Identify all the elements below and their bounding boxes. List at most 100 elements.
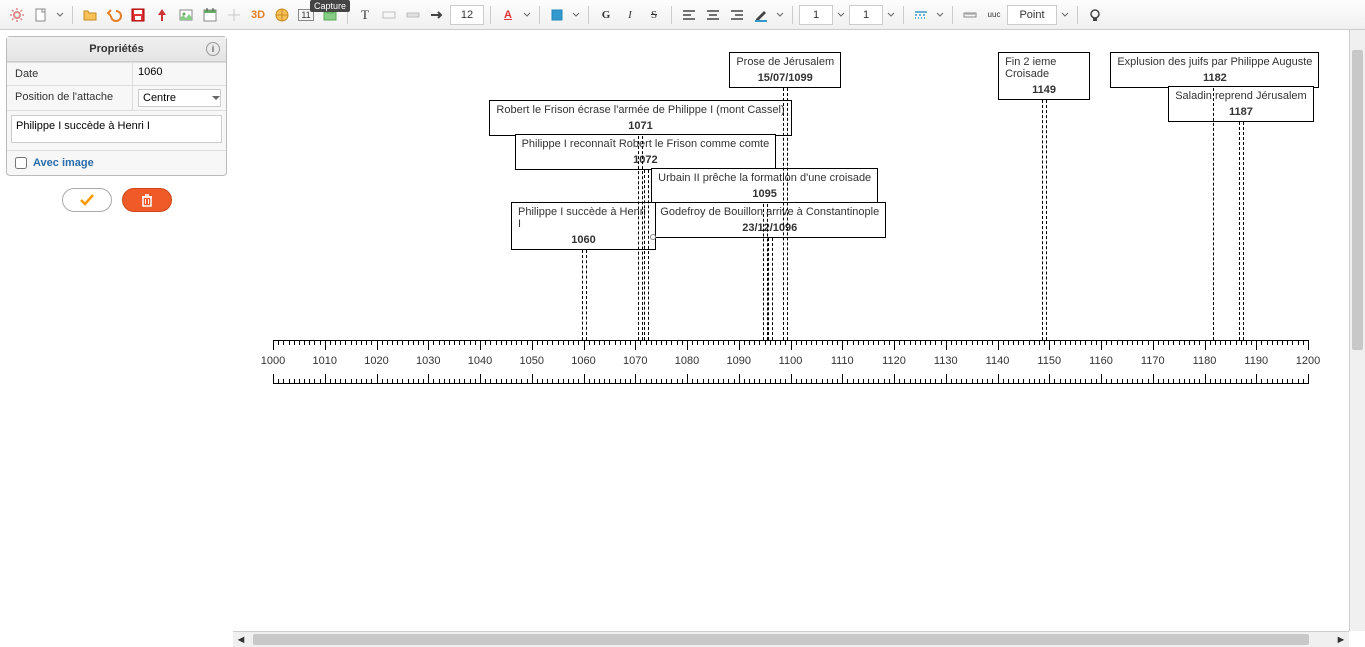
event-box[interactable]: Fin 2 ieme Croisade1149: [998, 52, 1090, 100]
end-style-select[interactable]: Point: [1007, 5, 1057, 25]
3d-button[interactable]: 3D: [247, 4, 269, 26]
info-icon[interactable]: i: [206, 42, 220, 56]
event-box[interactable]: Explusion des juifs par Philippe Auguste…: [1110, 52, 1319, 88]
event-stem: [638, 136, 639, 340]
new-doc-icon[interactable]: [30, 4, 52, 26]
line-style-icon[interactable]: [910, 4, 932, 26]
delete-button[interactable]: [122, 188, 172, 212]
period-icon[interactable]: [402, 4, 424, 26]
canvas-wrap: 1000101010201030104010501060107010801090…: [233, 30, 1365, 647]
chevron-down-icon[interactable]: [934, 4, 946, 26]
axis-style-icon[interactable]: uuc: [983, 4, 1005, 26]
chevron-down-icon[interactable]: [1059, 4, 1071, 26]
font-size-input[interactable]: 12: [450, 5, 484, 25]
bold-icon[interactable]: G: [595, 4, 617, 26]
chevron-down-icon[interactable]: [774, 4, 786, 26]
panel-header: Propriétés i: [7, 37, 226, 62]
event-box[interactable]: Philippe I succède à Henri I1060: [511, 202, 656, 250]
panel-title: Propriétés: [89, 43, 143, 55]
chevron-down-icon[interactable]: [521, 4, 533, 26]
undo-icon[interactable]: [103, 4, 125, 26]
axis-label: 1120: [882, 355, 906, 367]
event-title: Philippe I reconnaît Robert le Frison co…: [516, 135, 776, 153]
axis-label: 1110: [831, 355, 854, 367]
event-stem: [768, 238, 769, 340]
event-box[interactable]: Philippe I reconnaît Robert le Frison co…: [515, 134, 777, 170]
axis-label: 1190: [1244, 355, 1268, 367]
event-stem: [582, 250, 583, 340]
underline-strike-icon[interactable]: S: [643, 4, 665, 26]
chevron-down-icon[interactable]: [835, 4, 847, 26]
caption-icon[interactable]: [378, 4, 400, 26]
event-title: Philippe I succède à Henri I: [512, 203, 655, 233]
align-left-icon[interactable]: [678, 4, 700, 26]
background-color-icon[interactable]: [546, 4, 568, 26]
border-color-icon[interactable]: [750, 4, 772, 26]
scroll-right-icon[interactable]: ►: [1333, 632, 1349, 647]
event-title: Godefroy de Bouillon arrive à Constantin…: [654, 203, 885, 221]
folder-open-icon[interactable]: [79, 4, 101, 26]
event-date: 23/12/1096: [654, 221, 885, 237]
align-center-icon[interactable]: [702, 4, 724, 26]
align-arrows-icon[interactable]: [223, 4, 245, 26]
event-date: 1072: [516, 153, 776, 169]
border-width-input[interactable]: 1: [799, 5, 833, 25]
event-stem: [1042, 100, 1043, 340]
event-box[interactable]: Godefroy de Bouillon arrive à Constantin…: [653, 202, 886, 238]
globe-icon[interactable]: [271, 4, 293, 26]
date-input[interactable]: [138, 66, 221, 78]
text-tool-icon[interactable]: T: [354, 4, 376, 26]
line-width-input[interactable]: 1: [849, 5, 883, 25]
event-title: Urbain II prêche la formation d'une croi…: [652, 169, 877, 187]
calendar-icon[interactable]: [199, 4, 221, 26]
with-image-checkbox[interactable]: [15, 157, 27, 169]
capture-icon[interactable]: Capture: [319, 4, 341, 26]
arrow-right-icon[interactable]: [426, 4, 448, 26]
event-box[interactable]: Prose de Jérusalem15/07/1099: [729, 52, 841, 88]
event-box[interactable]: Urbain II prêche la formation d'une croi…: [651, 168, 878, 204]
axis-label: 1020: [364, 355, 388, 367]
event-box[interactable]: Robert le Frison écrase l'armée de Phili…: [489, 100, 791, 136]
axis-label: 1160: [1089, 355, 1113, 367]
properties-panel: Propriétés i Date Position de l'attache …: [6, 36, 227, 176]
event-box[interactable]: Saladin reprend Jérusalem1187: [1168, 86, 1313, 122]
vertical-scrollbar[interactable]: [1349, 30, 1365, 631]
chevron-down-icon[interactable]: [570, 4, 582, 26]
ruler-icon[interactable]: [959, 4, 981, 26]
event-title: Fin 2 ieme Croisade: [999, 53, 1089, 83]
chevron-down-icon[interactable]: [54, 4, 66, 26]
pdf-icon[interactable]: [151, 4, 173, 26]
event-date: 1060: [512, 233, 655, 249]
axis-label: 1010: [313, 355, 337, 367]
timeline-canvas[interactable]: 1000101010201030104010501060107010801090…: [233, 30, 1349, 631]
confirm-button[interactable]: [62, 188, 112, 212]
event-date: 1187: [1169, 105, 1312, 121]
horizontal-scrollbar[interactable]: ◄ ►: [233, 631, 1349, 647]
main-layout: Propriétés i Date Position de l'attache …: [0, 30, 1365, 647]
axis-label: 1170: [1141, 355, 1165, 367]
align-right-icon[interactable]: [726, 4, 748, 26]
axis-label: 1030: [416, 355, 440, 367]
description-textarea[interactable]: Philippe I succède à Henri I: [11, 115, 222, 143]
event-title: Explusion des juifs par Philippe Auguste: [1111, 53, 1318, 71]
capture-label: Capture: [310, 0, 350, 12]
chevron-down-icon[interactable]: [885, 4, 897, 26]
bulb-icon[interactable]: [1084, 4, 1106, 26]
save-icon[interactable]: [127, 4, 149, 26]
attach-select[interactable]: Centre: [138, 89, 221, 107]
event-date: 1149: [999, 83, 1089, 99]
event-title: Prose de Jérusalem: [730, 53, 840, 71]
attach-label: Position de l'attache: [7, 86, 133, 110]
text-color-icon[interactable]: A: [497, 4, 519, 26]
italic-icon[interactable]: I: [619, 4, 641, 26]
date-label: Date: [7, 63, 133, 85]
gear-icon[interactable]: [6, 4, 28, 26]
event-stem: [644, 170, 645, 340]
axis-label: 1040: [468, 355, 492, 367]
axis-label: 1140: [986, 355, 1010, 367]
axis-label: 1200: [1296, 355, 1320, 367]
scroll-left-icon[interactable]: ◄: [233, 632, 249, 647]
event-date: 1071: [490, 119, 790, 135]
axis-label: 1070: [623, 355, 647, 367]
image-icon[interactable]: [175, 4, 197, 26]
